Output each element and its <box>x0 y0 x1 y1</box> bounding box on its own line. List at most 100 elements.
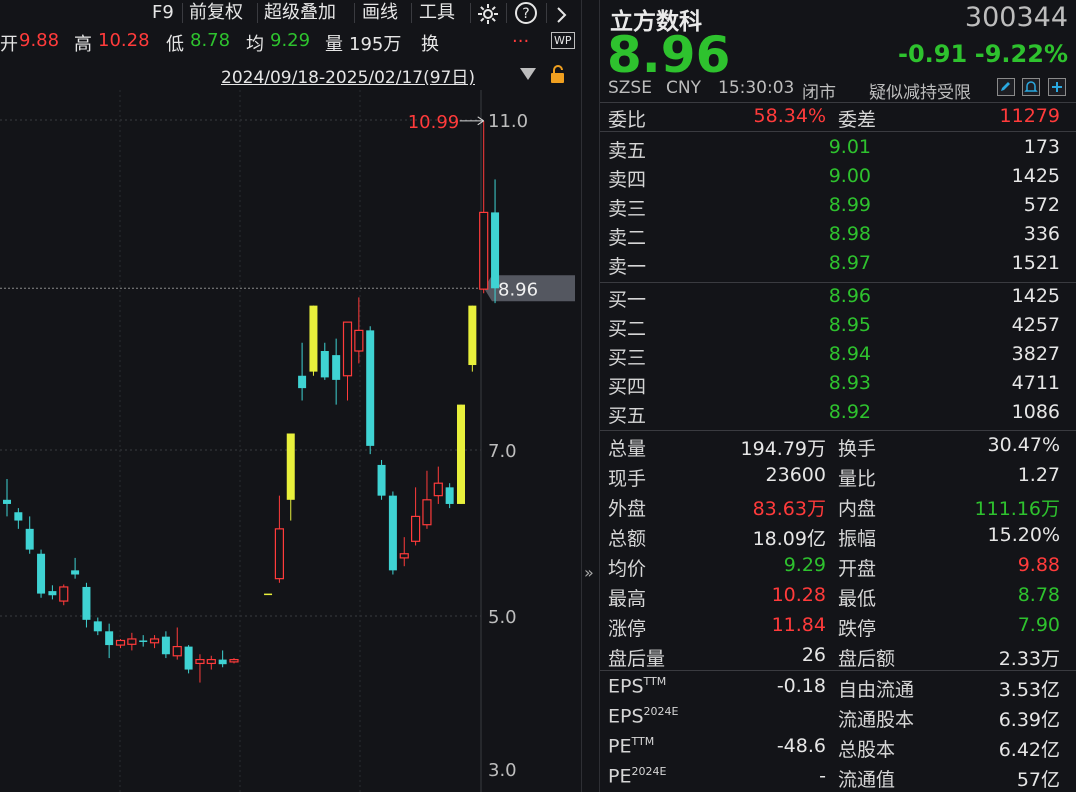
candle-body <box>399 553 409 559</box>
currency: CNY <box>666 78 701 98</box>
stats-row: 总量 194.79万 换手 30.47% <box>600 431 1076 460</box>
ask-row[interactable]: 卖二 8.98 336 <box>600 220 1076 249</box>
ask-row[interactable]: 卖三 8.99 572 <box>600 191 1076 220</box>
quote-time: 15:30:03 <box>718 78 795 98</box>
more-button[interactable]: ... <box>512 26 529 47</box>
stat-label: 量比 <box>838 468 877 490</box>
open-value: 9.88 <box>19 30 60 51</box>
caret-down-icon[interactable] <box>519 67 537 81</box>
bid-price: 8.96 <box>828 285 871 307</box>
bid-row[interactable]: 买三 8.94 3827 <box>600 340 1076 369</box>
candle-body <box>388 495 397 571</box>
ask-label: 卖二 <box>608 227 647 249</box>
help-icon[interactable]: ? <box>514 1 538 25</box>
collapse-icon[interactable]: » <box>584 563 594 582</box>
candle-body <box>48 591 57 596</box>
vol-label: 量 <box>325 34 343 55</box>
stats-row: 盘后量 26 盘后额 2.33万 <box>600 641 1076 670</box>
avg-value: 9.29 <box>270 30 311 51</box>
bid-row[interactable]: 买四 8.93 4711 <box>600 369 1076 398</box>
ask-row[interactable]: 卖四 9.00 1425 <box>600 162 1076 191</box>
svg-text:?: ? <box>522 6 529 22</box>
fundamental-row: EPSTTM -0.18 自由流通 3.53亿 <box>600 672 1076 701</box>
order-diff-value: 11279 <box>999 105 1060 127</box>
turnover-label: 换 <box>421 34 439 55</box>
candle-body <box>93 621 102 632</box>
candle-body <box>139 640 148 642</box>
ask-row[interactable]: 卖五 9.01 173 <box>600 133 1076 162</box>
bid-row[interactable]: 买一 8.96 1425 <box>600 282 1076 311</box>
fund-value: - <box>819 765 826 787</box>
candle-body <box>411 515 421 542</box>
stat-label: 均价 <box>608 558 647 580</box>
stat-value: 18.09亿 <box>752 528 826 550</box>
candle-body <box>479 211 489 290</box>
toolbar-f9-button[interactable]: F9 <box>152 1 174 25</box>
candle-body <box>37 553 46 594</box>
candle-body <box>286 433 295 500</box>
stat-value: 9.88 <box>1017 554 1060 576</box>
ask-label: 卖一 <box>608 256 647 278</box>
market-status: 闭市 <box>802 83 836 103</box>
stat-value: 23600 <box>765 464 826 486</box>
candle-body <box>332 355 341 380</box>
chevron-right-icon[interactable] <box>555 3 569 27</box>
price-change: -0.91 <box>898 40 968 68</box>
stat-value: 111.16万 <box>974 498 1060 520</box>
stats-row: 涨停 11.84 跌停 7.90 <box>600 611 1076 640</box>
fund-value: 6.42亿 <box>998 739 1060 761</box>
last-price: 8.96 <box>607 26 731 84</box>
candle-body <box>274 528 284 580</box>
gear-icon[interactable] <box>477 2 499 26</box>
candle-body <box>298 375 307 389</box>
stat-label: 内盘 <box>838 498 877 520</box>
chart-toolbar: F9 前复权 超级叠加 画线 工具 ? <box>0 0 581 26</box>
lock-icon[interactable] <box>549 64 567 84</box>
stats-row: 最高 10.28 最低 8.78 <box>600 581 1076 610</box>
candle-body <box>218 659 227 665</box>
bid-row[interactable]: 买五 8.92 1086 <box>600 398 1076 427</box>
toolbar-tools-button[interactable]: 工具 <box>419 1 455 25</box>
candle-body <box>354 329 364 352</box>
stat-label: 最低 <box>838 588 877 610</box>
ask-price: 9.00 <box>828 165 871 187</box>
candle-body <box>105 631 114 646</box>
wp-badge[interactable]: WP <box>551 32 575 49</box>
candlestick-chart[interactable]: 11.0 7.0 5.0 3.0 8.96 10.99 <box>0 0 581 792</box>
add-icon[interactable] <box>1048 78 1066 96</box>
candle-body <box>422 499 432 526</box>
low-value: 8.78 <box>190 30 231 51</box>
candle-body <box>206 659 216 665</box>
y-tick-label: 5.0 <box>488 607 517 628</box>
candle-body <box>264 593 273 596</box>
date-range-selector[interactable]: 2024/09/18-2025/02/17(97日) <box>221 63 475 88</box>
toolbar-adjust-button[interactable]: 前复权 <box>189 1 243 25</box>
panel-divider[interactable] <box>581 0 600 792</box>
low-label: 低 <box>166 34 184 55</box>
vol-value: 195万 <box>349 34 402 55</box>
candle-body <box>377 464 386 496</box>
fund-value: 57亿 <box>1016 769 1060 791</box>
bell-icon[interactable] <box>1022 78 1040 96</box>
candle-body <box>161 636 170 655</box>
edit-icon[interactable] <box>997 78 1015 96</box>
ask-volume: 1425 <box>1011 165 1060 187</box>
fund-label: 流通值 <box>838 769 896 791</box>
ask-volume: 1521 <box>1011 252 1060 274</box>
candle-body <box>149 638 160 644</box>
stat-label: 振幅 <box>838 528 877 550</box>
fund-value: 3.53亿 <box>998 679 1060 701</box>
fund-value: -0.18 <box>776 675 826 697</box>
bid-price: 8.95 <box>828 314 871 336</box>
ask-row[interactable]: 卖一 8.97 1521 <box>600 249 1076 278</box>
toolbar-overlay-button[interactable]: 超级叠加 <box>264 1 336 25</box>
toolbar-draw-button[interactable]: 画线 <box>362 1 398 25</box>
bid-price: 8.94 <box>828 343 871 365</box>
ask-volume: 572 <box>1023 194 1060 216</box>
stat-label: 开盘 <box>838 558 877 580</box>
fundamental-row: PETTM -48.6 总股本 6.42亿 <box>600 732 1076 761</box>
fund-value: -48.6 <box>776 735 826 757</box>
bid-row[interactable]: 买二 8.95 4257 <box>600 311 1076 340</box>
y-tick-label: 7.0 <box>488 441 517 462</box>
stats-row: 外盘 83.63万 内盘 111.16万 <box>600 491 1076 520</box>
